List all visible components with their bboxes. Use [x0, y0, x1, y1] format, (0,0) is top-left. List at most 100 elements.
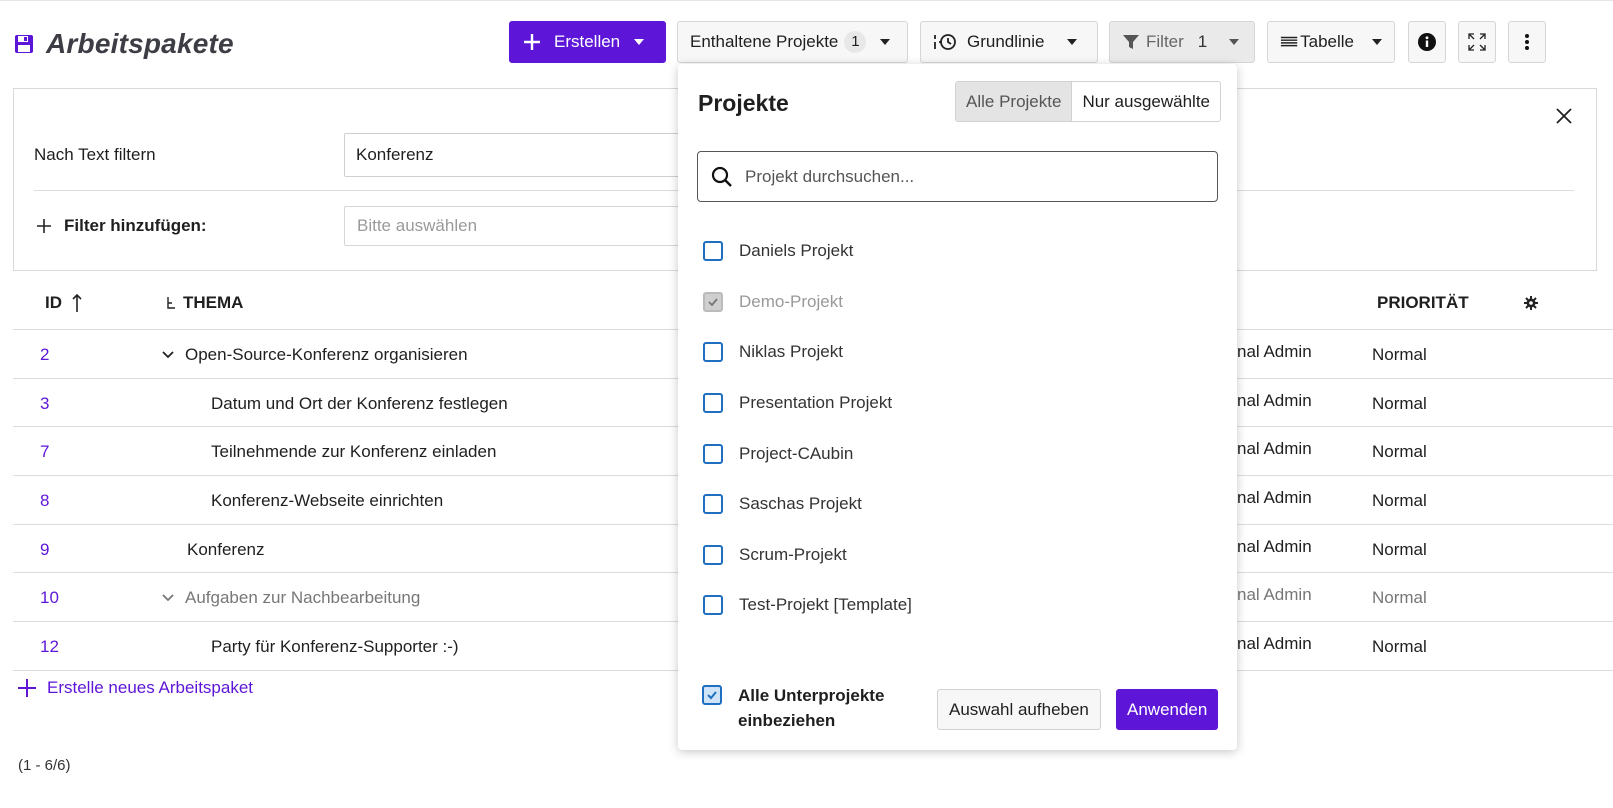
project-search-field[interactable]: [697, 151, 1218, 202]
project-option[interactable]: Scrum-Projekt: [703, 530, 912, 581]
checkmark-icon: [708, 298, 718, 307]
page-header: Arbeitspakete: [14, 24, 234, 64]
filter-count: 1: [1197, 32, 1208, 51]
project-option[interactable]: Daniels Projekt: [703, 226, 912, 277]
filter-label: Filter: [1146, 32, 1184, 51]
row-subject[interactable]: Teilnehmende zur Konferenz einladen: [211, 442, 496, 462]
row-assignee: nal Admin: [1237, 634, 1312, 654]
include-subprojects-checkbox[interactable]: [702, 685, 722, 705]
project-checkbox[interactable]: [703, 595, 723, 616]
row-subject-text: Konferenz: [187, 539, 265, 559]
tab-selected-only[interactable]: Nur ausgewählte: [1072, 82, 1220, 121]
row-id-link[interactable]: 10: [40, 588, 59, 608]
view-mode-button[interactable]: Tabelle: [1267, 21, 1395, 63]
pagination-info: (1 - 6/6): [18, 757, 71, 774]
row-assignee: nal Admin: [1237, 488, 1312, 508]
filter-icon: [1123, 35, 1139, 49]
gear-icon[interactable]: [1523, 295, 1539, 311]
include-subprojects-option[interactable]: Alle Unterprojekte einbeziehen: [702, 685, 898, 733]
row-id-link[interactable]: 8: [40, 491, 49, 511]
row-id-link[interactable]: 3: [40, 394, 49, 414]
checkmark-icon: [707, 691, 717, 700]
row-subject[interactable]: Konferenz: [187, 540, 265, 560]
close-icon[interactable]: [1555, 107, 1573, 125]
search-icon: [711, 166, 732, 187]
row-id-link[interactable]: 7: [40, 442, 49, 462]
row-id-link[interactable]: 2: [40, 345, 49, 365]
project-option[interactable]: Saschas Projekt: [703, 479, 912, 530]
project-option-label: Scrum-Projekt: [739, 544, 847, 564]
project-checkbox[interactable]: [703, 393, 723, 414]
column-header-subject[interactable]: THEMA: [165, 293, 243, 313]
column-header-subject-label: THEMA: [183, 293, 244, 312]
include-subprojects-label: Alle Unterprojekte einbeziehen: [738, 686, 885, 730]
apply-button[interactable]: Anwenden: [1116, 689, 1219, 730]
project-option-label: Daniels Projekt: [739, 241, 854, 261]
project-option-label: Project-CAubin: [739, 443, 854, 463]
row-subject-text: Teilnehmende zur Konferenz einladen: [211, 442, 497, 462]
row-subject[interactable]: Open-Source-Konferenz organisieren: [161, 345, 468, 365]
project-option[interactable]: Project-CAubin: [703, 428, 912, 479]
text-filter-input[interactable]: [344, 133, 704, 177]
project-checkbox[interactable]: [703, 544, 723, 565]
chevron-down-icon[interactable]: [161, 591, 175, 605]
row-assignee: nal Admin: [1237, 536, 1312, 556]
project-checkbox[interactable]: [703, 443, 723, 464]
plus-icon: [524, 34, 540, 50]
row-assignee: nal Admin: [1237, 342, 1312, 361]
row-subject[interactable]: Aufgaben zur Nachbearbeitung: [161, 588, 420, 608]
plus-icon: [37, 219, 51, 233]
project-option[interactable]: Test-Projekt [Template]: [703, 580, 912, 631]
row-priority: Normal: [1372, 588, 1427, 608]
project-selection-dropdown: Projekte Alle Projekte Nur ausgewählte D…: [678, 64, 1237, 750]
column-header-id-label: ID: [45, 293, 62, 312]
clear-selection-button[interactable]: Auswahl aufheben: [937, 689, 1101, 730]
row-id-link[interactable]: 9: [40, 540, 49, 560]
table-view-icon: [1280, 36, 1298, 47]
row-subject-text: Konferenz-Webseite einrichten: [211, 491, 444, 511]
row-subject[interactable]: Konferenz-Webseite einrichten: [211, 491, 443, 511]
save-icon[interactable]: [14, 34, 34, 54]
row-assignee: nal Admin: [1237, 439, 1312, 459]
add-filter-select[interactable]: Bitte auswählen: [344, 206, 704, 246]
column-header-id[interactable]: ID: [45, 293, 82, 313]
project-checkbox[interactable]: [703, 342, 723, 363]
column-header-priority[interactable]: PRIORITÄT: [1377, 293, 1469, 313]
included-projects-label: Enthaltene Projekte: [690, 32, 839, 51]
project-option-label: Saschas Projekt: [739, 494, 862, 514]
history-icon: [934, 34, 956, 50]
baseline-button[interactable]: Grundlinie: [920, 21, 1098, 63]
project-option[interactable]: Presentation Projekt: [703, 378, 912, 429]
row-subject[interactable]: Party für Konferenz-Supporter :-): [211, 637, 459, 657]
view-mode-label: Tabelle: [1300, 32, 1354, 51]
row-assignee: nal Admin: [1237, 390, 1312, 410]
sort-ascending-icon: [72, 293, 82, 312]
details-button[interactable]: [1408, 21, 1446, 63]
row-subject[interactable]: Datum und Ort der Konferenz festlegen: [211, 394, 508, 414]
project-checkbox[interactable]: [703, 494, 723, 515]
create-work-package-link[interactable]: Erstelle neues Arbeitspaket: [17, 678, 253, 698]
more-actions-button[interactable]: [1508, 21, 1546, 63]
chevron-down-icon[interactable]: [161, 348, 175, 362]
project-option[interactable]: Niklas Projekt: [703, 327, 912, 378]
add-filter-label: Filter hinzufügen:: [64, 216, 207, 235]
project-option-label: Presentation Projekt: [739, 393, 893, 413]
project-scope-toggle: Alle Projekte Nur ausgewählte: [955, 81, 1222, 122]
project-checkbox: [703, 291, 723, 312]
row-priority: Normal: [1372, 345, 1427, 364]
included-projects-button[interactable]: Enthaltene Projekte 1: [677, 21, 908, 63]
fullscreen-button[interactable]: [1458, 21, 1496, 63]
project-checkbox[interactable]: [703, 241, 723, 262]
row-priority: Normal: [1372, 637, 1427, 657]
row-id-link[interactable]: 12: [40, 637, 59, 657]
row-subject-text: Party für Konferenz-Supporter :-): [211, 637, 459, 657]
create-button[interactable]: Erstellen: [509, 21, 666, 63]
row-subject-text: Open-Source-Konferenz organisieren: [185, 345, 468, 364]
text-filter-label: Nach Text filtern: [34, 145, 156, 164]
top-border: [0, 0, 1613, 1]
caret-down-icon: [880, 39, 891, 45]
filter-button[interactable]: Filter 1: [1109, 21, 1255, 63]
add-filter-row[interactable]: Filter hinzufügen:: [36, 216, 207, 236]
tab-all-projects[interactable]: Alle Projekte: [956, 82, 1073, 121]
project-search-input[interactable]: [745, 166, 1185, 187]
